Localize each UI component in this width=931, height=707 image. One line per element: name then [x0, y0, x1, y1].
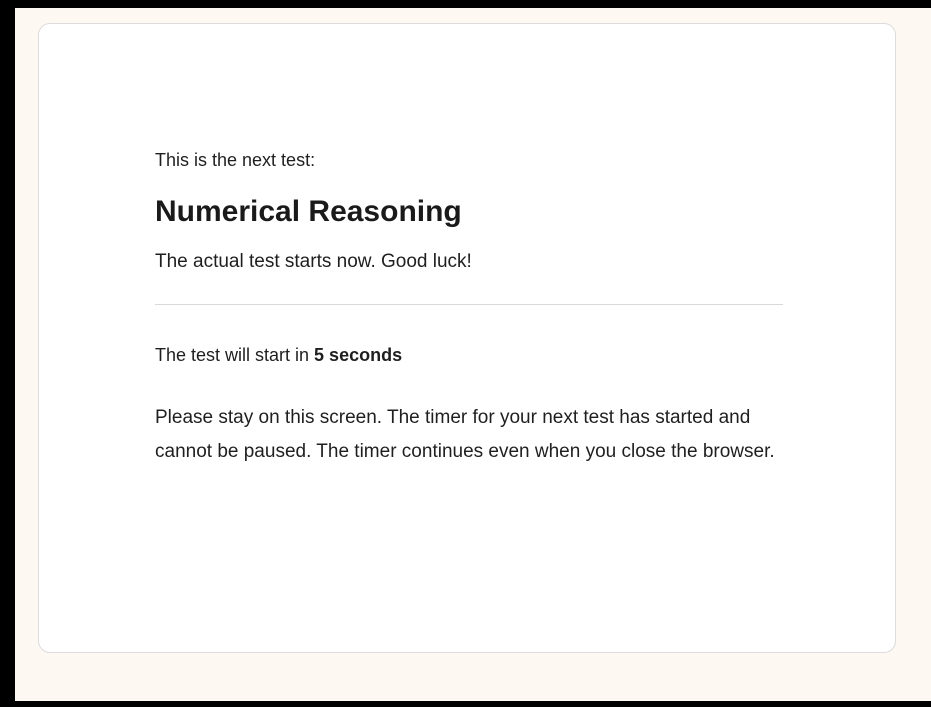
countdown-prefix: The test will start in	[155, 345, 315, 365]
countdown-text: The test will start in 5 seconds	[155, 343, 783, 367]
test-title: Numerical Reasoning	[155, 195, 462, 228]
start-message: The actual test starts now. Good luck!	[155, 251, 472, 272]
card-content: This is the next test: Numerical Reasoni…	[155, 148, 783, 469]
next-test-card: This is the next test: Numerical Reasoni…	[38, 23, 896, 653]
countdown-value: 5 seconds	[314, 345, 403, 365]
timer-notice: Please stay on this screen. The timer fo…	[155, 407, 775, 462]
intro-text: This is the next test:	[155, 150, 316, 170]
divider	[155, 304, 783, 305]
page-viewport: This is the next test: Numerical Reasoni…	[15, 8, 931, 701]
